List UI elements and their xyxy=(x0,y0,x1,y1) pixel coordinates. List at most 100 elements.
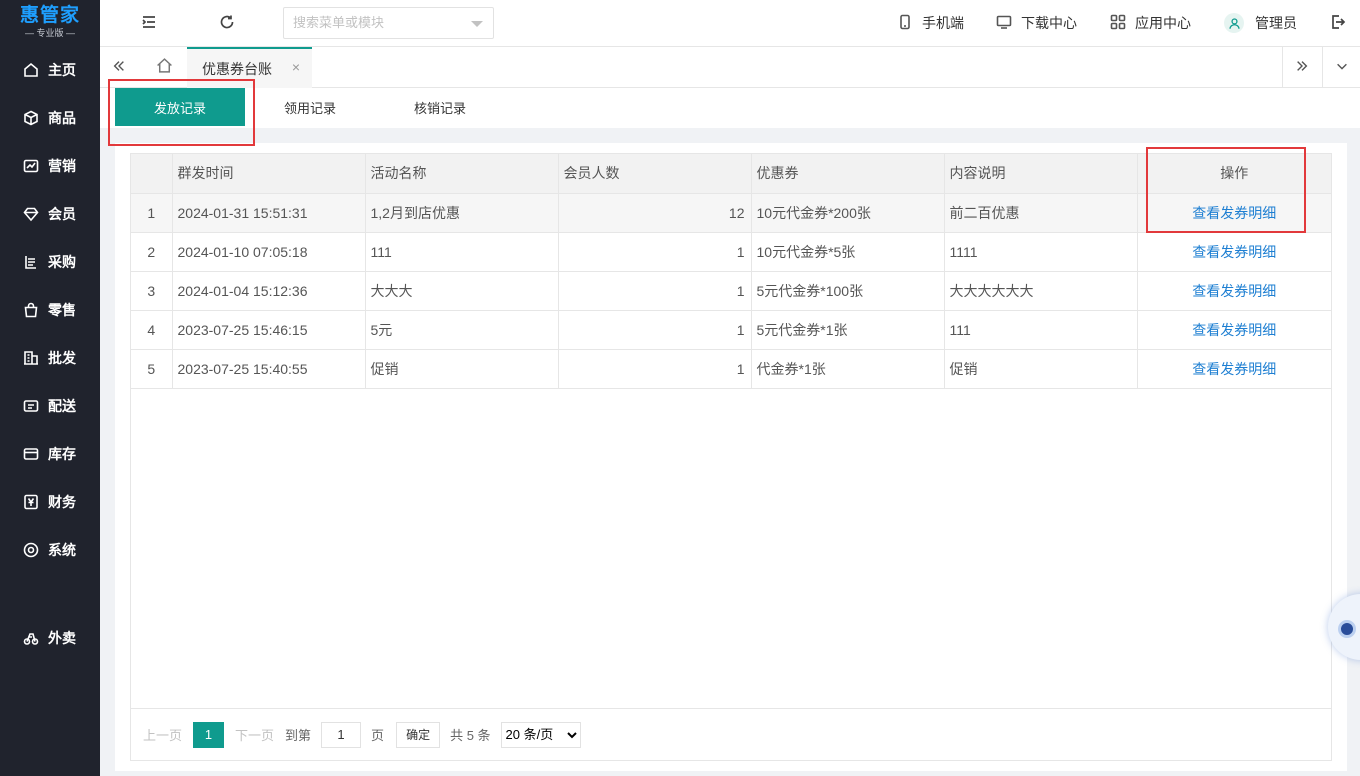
page-tab-strip: 优惠券台账 × xyxy=(100,47,1360,88)
view-issue-detail-link[interactable]: 查看发券明细 xyxy=(1192,205,1276,221)
sidebar-item-wholesale[interactable]: 批发 xyxy=(0,334,100,382)
table-row[interactable]: 5 2023-07-25 15:40:55 促销 1 代金券*1张 促销 查看发… xyxy=(131,349,1331,389)
row-coupon: 代金券*1张 xyxy=(751,349,945,389)
sidebar-item-label: 营销 xyxy=(48,158,76,174)
row-time: 2023-07-25 15:40:55 xyxy=(172,349,366,389)
chevron-down-icon xyxy=(471,21,483,27)
monitor-icon xyxy=(996,14,1021,33)
menu-fold-icon xyxy=(141,14,157,33)
goto-label: 到第 xyxy=(285,728,312,743)
total-count: 共 5 条 xyxy=(450,728,491,743)
sidebar-item-label: 配送 xyxy=(48,398,76,414)
column-header-activity[interactable]: 活动名称 xyxy=(365,154,559,194)
row-time: 2024-01-10 07:05:18 xyxy=(172,232,366,272)
column-header-member-count[interactable]: 会员人数 xyxy=(558,154,752,194)
column-header-action[interactable]: 操作 xyxy=(1137,154,1331,194)
tab-scroll-left-button[interactable] xyxy=(100,47,138,87)
tab-scroll-right-button[interactable] xyxy=(1282,47,1320,87)
row-index: 2 xyxy=(131,232,173,272)
sidebar-item-takeout[interactable]: 外卖 xyxy=(0,614,100,662)
row-member-count: 1 xyxy=(558,232,752,272)
row-coupon: 5元代金券*1张 xyxy=(751,310,945,350)
column-header-description[interactable]: 内容说明 xyxy=(944,154,1138,194)
assistant-robot-icon xyxy=(1338,620,1356,638)
table-row[interactable]: 3 2024-01-04 15:12:36 大大大 1 5元代金券*100张 大… xyxy=(131,271,1331,311)
next-page-button[interactable]: 下一页 xyxy=(235,725,274,744)
subtab-redeem-records[interactable]: 核销记录 xyxy=(375,88,505,126)
row-action-cell: 查看发券明细 xyxy=(1137,193,1331,233)
sidebar-item-system[interactable]: 系统 xyxy=(0,526,100,574)
user-name: 管理员 xyxy=(1255,15,1297,31)
diamond-icon xyxy=(22,205,40,223)
row-time: 2023-07-25 15:46:15 xyxy=(172,310,366,350)
view-issue-detail-link[interactable]: 查看发券明细 xyxy=(1192,283,1276,299)
sidebar-item-marketing[interactable]: 营销 xyxy=(0,142,100,190)
row-index: 1 xyxy=(131,193,173,233)
column-header-time[interactable]: 群发时间 xyxy=(172,154,366,194)
sidebar-item-inventory[interactable]: 库存 xyxy=(0,430,100,478)
records-table: 群发时间 活动名称 会员人数 优惠券 内容说明 操作 1 2024-01-31 … xyxy=(131,154,1331,389)
tab-home[interactable] xyxy=(144,47,184,87)
close-icon[interactable]: × xyxy=(292,59,300,75)
table-row[interactable]: 4 2023-07-25 15:46:15 5元 1 5元代金券*1张 111 … xyxy=(131,310,1331,350)
row-description: 促销 xyxy=(944,349,1138,389)
app-center-label: 应用中心 xyxy=(1135,15,1191,31)
row-activity: 促销 xyxy=(365,349,559,389)
tab-coupon-ledger[interactable]: 优惠券台账 × xyxy=(187,47,312,88)
prev-page-button[interactable]: 上一页 xyxy=(143,725,182,744)
page-size-select[interactable]: 20 条/页 xyxy=(500,721,581,748)
row-coupon: 10元代金券*5张 xyxy=(751,232,945,272)
row-activity: 111 xyxy=(365,232,559,272)
phone-icon xyxy=(897,14,922,33)
sidebar-item-home[interactable]: 主页 xyxy=(0,46,100,94)
sidebar-item-label: 采购 xyxy=(48,254,76,270)
sidebar-item-label: 批发 xyxy=(48,350,76,366)
sidebar-item-label: 财务 xyxy=(48,494,76,510)
refresh-button[interactable] xyxy=(216,12,238,34)
goto-page-input[interactable] xyxy=(321,721,362,748)
sidebar-spacer xyxy=(0,574,100,614)
sidebar-item-members[interactable]: 会员 xyxy=(0,190,100,238)
view-issue-detail-link[interactable]: 查看发券明细 xyxy=(1192,322,1276,338)
sidebar-item-delivery[interactable]: 配送 xyxy=(0,382,100,430)
table-row[interactable]: 2 2024-01-10 07:05:18 111 1 10元代金券*5张 11… xyxy=(131,232,1331,272)
current-page-button[interactable]: 1 xyxy=(193,721,225,748)
logout-icon xyxy=(1330,14,1346,33)
row-action-cell: 查看发券明细 xyxy=(1137,271,1331,311)
apps-grid-icon xyxy=(1110,14,1135,33)
brand-name: 惠管家 xyxy=(19,5,80,26)
column-header-coupon[interactable]: 优惠券 xyxy=(751,154,945,194)
brand-logo[interactable]: 惠管家 — 专业版 — xyxy=(0,0,100,46)
row-index: 3 xyxy=(131,271,173,311)
logout-button[interactable] xyxy=(1327,12,1349,34)
menu-search-input[interactable] xyxy=(293,15,463,30)
download-center-link[interactable]: 下载中心 xyxy=(996,13,1077,33)
view-issue-detail-link[interactable]: 查看发券明细 xyxy=(1192,244,1276,260)
mobile-link[interactable]: 手机端 xyxy=(897,13,964,33)
row-index: 5 xyxy=(131,349,173,389)
subtab-claim-records[interactable]: 领用记录 xyxy=(245,88,375,126)
goto-confirm-button[interactable]: 确定 xyxy=(396,721,441,748)
subtab-issue-records[interactable]: 发放记录 xyxy=(115,88,245,126)
menu-toggle-button[interactable] xyxy=(138,12,160,34)
double-chevron-left-icon xyxy=(112,59,126,76)
download-center-label: 下载中心 xyxy=(1021,15,1077,31)
home-icon xyxy=(156,57,173,77)
box-icon xyxy=(22,445,40,463)
home-icon xyxy=(22,61,40,79)
bag-icon xyxy=(22,301,40,319)
sidebar-nav: 主页 商品 营销 会员 采购 零售 批发 配送 库存 财务 系统 外卖 xyxy=(0,46,100,662)
sidebar-item-retail[interactable]: 零售 xyxy=(0,286,100,334)
row-activity: 1,2月到店优惠 xyxy=(365,193,559,233)
table-header-row: 群发时间 活动名称 会员人数 优惠券 内容说明 操作 xyxy=(131,154,1331,194)
app-center-link[interactable]: 应用中心 xyxy=(1110,13,1191,33)
sidebar-item-finance[interactable]: 财务 xyxy=(0,478,100,526)
menu-search-select[interactable] xyxy=(283,7,494,39)
sidebar-item-products[interactable]: 商品 xyxy=(0,94,100,142)
sidebar-item-purchase[interactable]: 采购 xyxy=(0,238,100,286)
tab-options-button[interactable] xyxy=(1322,47,1360,87)
view-issue-detail-link[interactable]: 查看发券明细 xyxy=(1192,361,1276,377)
user-menu[interactable]: 管理员 xyxy=(1224,13,1297,33)
table-row[interactable]: 1 2024-01-31 15:51:31 1,2月到店优惠 12 10元代金券… xyxy=(131,193,1331,233)
row-coupon: 5元代金券*100张 xyxy=(751,271,945,311)
